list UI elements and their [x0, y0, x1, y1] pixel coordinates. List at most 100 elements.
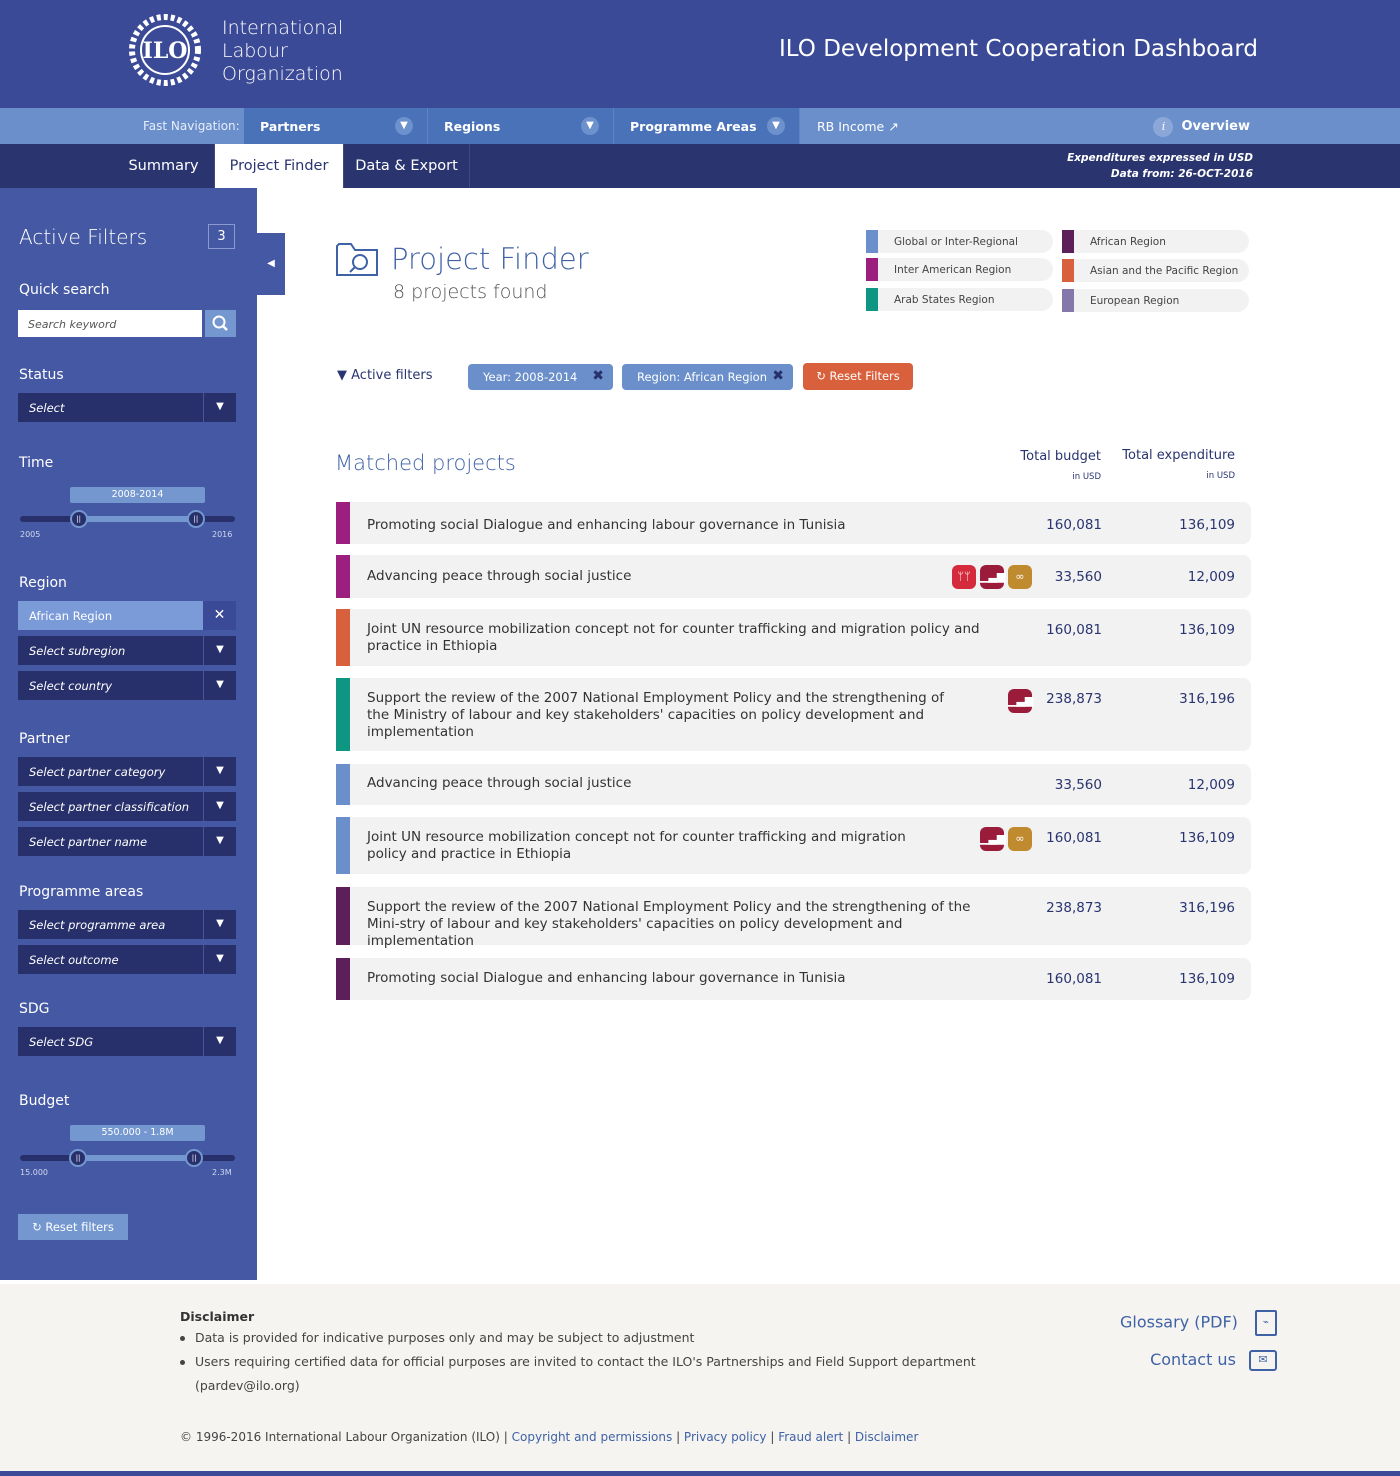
tab-project-finder[interactable]: Project Finder — [215, 144, 344, 188]
infinity-icon[interactable]: ∞ — [1008, 565, 1032, 589]
programme-area-value: Select programme area — [29, 918, 166, 932]
fast-nav-programme-areas[interactable]: Programme Areas ▼ — [614, 108, 800, 144]
disclaimer-title: Disclaimer — [180, 1309, 255, 1324]
growth-chart-icon[interactable]: ▁▃▆ — [1008, 689, 1033, 713]
project-title[interactable]: Advancing peace through social justice — [367, 775, 1007, 792]
budget-slider-min-handle[interactable]: || — [69, 1149, 88, 1167]
growth-chart-icon[interactable]: ▁▃▆ — [980, 827, 1005, 851]
col-exp-unit: in USD — [1206, 471, 1235, 481]
project-budget: 238,873 — [1046, 691, 1102, 707]
disclaimer-item: Data is provided for indicative purposes… — [179, 1326, 694, 1350]
ilo-logo[interactable]: ILO — [120, 12, 210, 88]
legend-swatch — [1062, 289, 1074, 312]
project-title[interactable]: Joint UN resource mobilization concept n… — [367, 829, 947, 863]
project-budget: 160,081 — [1046, 517, 1102, 533]
budget-max-label: 2.3M — [212, 1168, 232, 1177]
project-row[interactable]: Support the review of the 2007 National … — [336, 678, 1251, 751]
org-line-2: Labour — [222, 40, 288, 62]
reset-filters-button[interactable]: ↻ Reset filters — [18, 1214, 128, 1240]
close-icon[interactable]: ✖ — [592, 368, 604, 384]
region-color-bar — [336, 817, 350, 874]
reset-filters-chip[interactable]: ↻ Reset Filters — [803, 363, 913, 390]
close-icon[interactable]: ✖ — [772, 368, 784, 384]
subregion-select[interactable]: Select subregion ▼ — [18, 636, 236, 665]
budget-label: Budget — [19, 1093, 70, 1109]
project-row[interactable]: Advancing peace through social justice 33… — [336, 764, 1251, 805]
project-title[interactable]: Joint UN resource mobilization concept n… — [367, 621, 1007, 655]
filter-chip-region-label: Region: African Region — [637, 370, 768, 384]
active-filters-count: 3 — [208, 224, 235, 249]
outcome-select[interactable]: Select outcome ▼ — [18, 945, 236, 974]
region-color-bar — [336, 764, 350, 805]
region-value: African Region — [29, 609, 113, 623]
contact-link[interactable]: Contact us ✉ — [1150, 1350, 1277, 1371]
fraud-alert-link[interactable]: Fraud alert — [778, 1430, 843, 1444]
col-exp-label: Total expenditure — [1122, 448, 1235, 463]
project-title[interactable]: Promoting social Dialogue and enhancing … — [367, 517, 1007, 534]
sdg-select[interactable]: Select SDG ▼ — [18, 1027, 236, 1056]
col-total-budget: Total budget in USD — [1020, 449, 1101, 482]
expenditures-note: Expenditures expressed in USD — [1067, 152, 1253, 164]
project-row[interactable]: Promoting social Dialogue and enhancing … — [336, 502, 1251, 544]
copyright-link[interactable]: Copyright and permissions — [512, 1430, 673, 1444]
filter-icon: ▼ — [337, 368, 347, 383]
time-slider-max-handle[interactable]: || — [186, 510, 205, 528]
tab-summary[interactable]: Summary — [113, 144, 215, 188]
growth-chart-icon[interactable]: ▁▃▆ — [980, 565, 1005, 589]
collapse-sidebar-button[interactable]: ◀ — [257, 233, 285, 295]
chevron-down-icon: ▼ — [767, 117, 785, 135]
project-row[interactable]: Joint UN resource mobilization concept n… — [336, 817, 1251, 874]
programme-areas-label: Programme areas — [19, 884, 144, 900]
glossary-link[interactable]: Glossary (PDF) ⌁ — [1120, 1310, 1277, 1336]
legend-swatch — [866, 288, 878, 311]
time-slider-min-handle[interactable]: || — [69, 510, 88, 528]
project-expenditure: 12,009 — [1187, 569, 1235, 585]
filter-chip-region[interactable]: Region: African Region ✖ — [622, 364, 793, 390]
project-title[interactable]: Promoting social Dialogue and enhancing … — [367, 970, 1007, 987]
folder-search-icon — [336, 243, 378, 276]
disclaimer-link[interactable]: Disclaimer — [855, 1430, 918, 1444]
chevron-down-icon: ▼ — [203, 910, 236, 939]
fast-nav-partners[interactable]: Partners ▼ — [244, 108, 428, 144]
tab-data-export[interactable]: Data & Export — [344, 144, 470, 188]
copyright: © 1996-2016 International Labour Organiz… — [180, 1430, 919, 1444]
country-select[interactable]: Select country ▼ — [18, 671, 236, 700]
chevron-down-icon: ▼ — [203, 671, 236, 700]
infinity-icon[interactable]: ∞ — [1008, 827, 1032, 851]
main-tabs: Summary Project Finder Data & Export Exp… — [0, 144, 1400, 188]
matched-projects-title: Matched projects — [335, 451, 516, 475]
partner-category-select[interactable]: Select partner category ▼ — [18, 757, 236, 786]
rb-income-link[interactable]: RB Income ↗ — [817, 119, 899, 134]
close-icon[interactable]: ✕ — [203, 601, 236, 630]
project-title[interactable]: Advancing peace through social justice — [367, 568, 947, 585]
chevron-down-icon: ▼ — [203, 827, 236, 856]
filter-chip-year[interactable]: Year: 2008-2014 ✖ — [468, 364, 613, 390]
legend-swatch — [1062, 230, 1074, 253]
search-icon — [212, 315, 228, 331]
project-row[interactable]: Joint UN resource mobilization concept n… — [336, 609, 1251, 666]
overview-link[interactable]: i Overview — [1153, 117, 1250, 137]
partner-classification-select[interactable]: Select partner classification ▼ — [18, 792, 236, 821]
project-row[interactable]: Advancing peace through social justice ᛘᛘ… — [336, 555, 1251, 598]
time-label: Time — [19, 455, 54, 471]
status-select[interactable]: Select ▼ — [18, 393, 236, 422]
project-title[interactable]: Support the review of the 2007 National … — [367, 690, 947, 741]
filter-chip-year-label: Year: 2008-2014 — [483, 370, 578, 384]
search-button[interactable] — [205, 310, 236, 337]
budget-slider-max-handle[interactable]: || — [185, 1149, 204, 1167]
partner-name-select[interactable]: Select partner name ▼ — [18, 827, 236, 856]
programme-area-select[interactable]: Select programme area ▼ — [18, 910, 236, 939]
active-filters-title: Active Filters — [19, 225, 148, 249]
privacy-link[interactable]: Privacy policy — [684, 1430, 767, 1444]
chevron-down-icon: ▼ — [203, 792, 236, 821]
project-row[interactable]: Promoting social Dialogue and enhancing … — [336, 958, 1251, 1000]
disclaimer-email: (pardev@ilo.org) — [195, 1378, 300, 1393]
people-icon[interactable]: ᛘᛘ — [952, 565, 976, 589]
region-color-bar — [336, 678, 350, 751]
region-select[interactable]: African Region ✕ — [18, 601, 236, 630]
search-input[interactable]: Search keyword — [18, 310, 202, 337]
fast-nav-regions[interactable]: Regions ▼ — [428, 108, 614, 144]
page-title: Project Finder — [391, 242, 589, 276]
project-row[interactable]: Support the review of the 2007 National … — [336, 887, 1251, 949]
project-title[interactable]: Support the review of the 2007 National … — [367, 899, 1007, 950]
